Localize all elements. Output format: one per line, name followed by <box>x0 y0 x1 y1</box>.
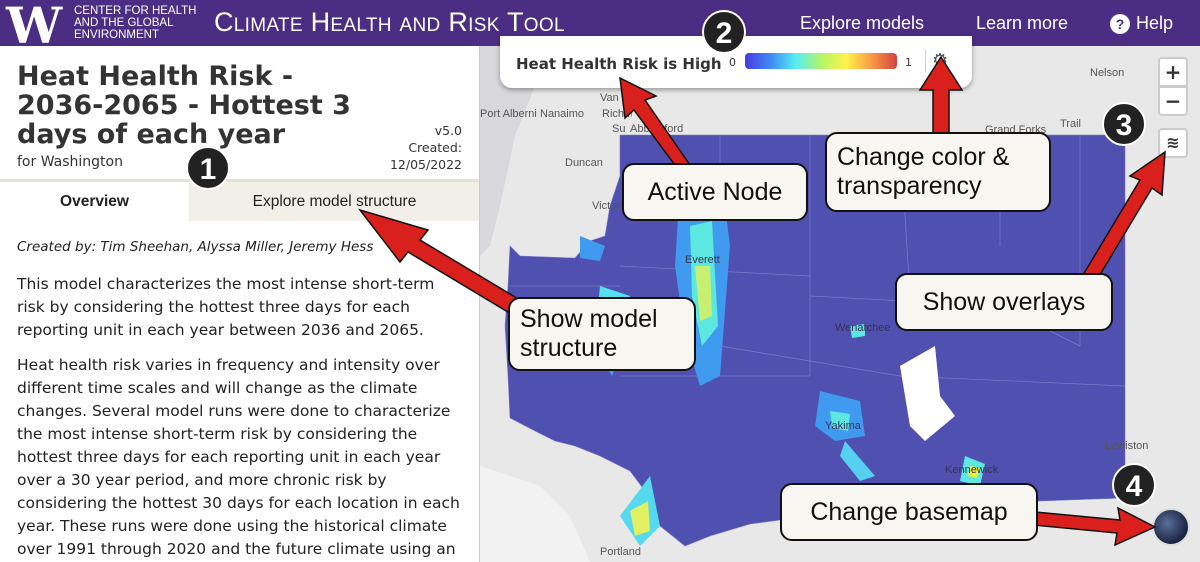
legend-min: 0 <box>729 56 736 69</box>
map-label: Vancouver <box>600 92 618 104</box>
version: v5.0 <box>434 123 462 138</box>
callout-show-overlays: Show overlays <box>895 273 1113 331</box>
model-meta: v5.0 Created: 12/05/2022 <box>390 122 462 173</box>
map-label: Yakima <box>825 420 861 432</box>
legend-max: 1 <box>905 56 912 69</box>
map-label: Portland <box>600 546 641 558</box>
zoom-out-button[interactable]: − <box>1158 86 1188 116</box>
map-label: Nelson <box>1090 67 1125 79</box>
map-label: Abbotsford <box>630 123 684 135</box>
map-label: Trail <box>1060 118 1081 130</box>
created-date: 12/05/2022 <box>389 157 462 172</box>
divider <box>925 50 926 72</box>
nav-explore-models[interactable]: Explore models <box>800 13 924 34</box>
layers-icon: ≋ <box>1166 133 1180 152</box>
badge-2: 2 <box>702 10 746 54</box>
paragraph: Heat health risk varies in frequency and… <box>17 356 460 558</box>
badge-3: 3 <box>1102 102 1146 146</box>
nav-help[interactable]: ? Help <box>1110 13 1173 34</box>
app-title[interactable]: Climate Health and Risk Tool <box>214 7 565 38</box>
map-label: Lewiston <box>1105 440 1149 452</box>
color-ramp <box>745 53 897 69</box>
help-label: Help <box>1136 13 1174 33</box>
basemap-button[interactable] <box>1152 508 1190 546</box>
help-icon: ? <box>1110 14 1130 34</box>
overview-content: Created by: Tim Sheehan, Alyssa Miller, … <box>17 236 467 562</box>
map-label: Everett <box>685 254 720 266</box>
zoom-in-button[interactable]: + <box>1158 57 1188 87</box>
badge-1: 1 <box>186 146 230 190</box>
org-name[interactable]: CENTER FOR HEALTH AND THE GLOBAL ENVIRON… <box>74 5 199 41</box>
tabs: Overview Explore model structure <box>0 179 479 221</box>
authors: Created by: Tim Sheehan, Alyssa Miller, … <box>17 239 374 255</box>
model-panel: Heat Health Risk - 2036-2065 - Hottest 3… <box>0 46 480 562</box>
callout-change-color: Change color & transparency <box>825 132 1051 212</box>
map-label: Duncan <box>565 157 603 169</box>
created-label: Created: <box>408 140 462 155</box>
tab-explore-model-structure[interactable]: Explore model structure <box>189 182 479 221</box>
callout-active-node: Active Node <box>622 163 808 221</box>
nav-learn-more[interactable]: Learn more <box>976 13 1068 34</box>
callout-change-basemap: Change basemap <box>780 483 1038 541</box>
badge-4: 4 <box>1112 463 1156 507</box>
map-label: Nanaimo <box>540 108 585 120</box>
land-area <box>480 466 590 562</box>
active-node-label[interactable]: Heat Health Risk is High <box>516 55 722 73</box>
map-label: Kennewick <box>945 464 999 476</box>
map-label: Surrey <box>612 123 626 135</box>
paragraph: This model characterizes the most intens… <box>17 275 435 339</box>
region-label: for Washington <box>17 154 123 170</box>
map-label: Wenatchee <box>835 322 891 334</box>
tab-overview[interactable]: Overview <box>0 182 189 221</box>
layers-button[interactable]: ≋ <box>1158 128 1188 158</box>
gear-icon[interactable]: ⚙ <box>932 50 948 71</box>
map-label: Port Alberni <box>480 108 537 120</box>
callout-show-model-structure: Show model structure <box>508 297 696 371</box>
map-label: Richmond <box>602 108 632 120</box>
page-title: Heat Health Risk - 2036-2065 - Hottest 3… <box>17 61 351 150</box>
